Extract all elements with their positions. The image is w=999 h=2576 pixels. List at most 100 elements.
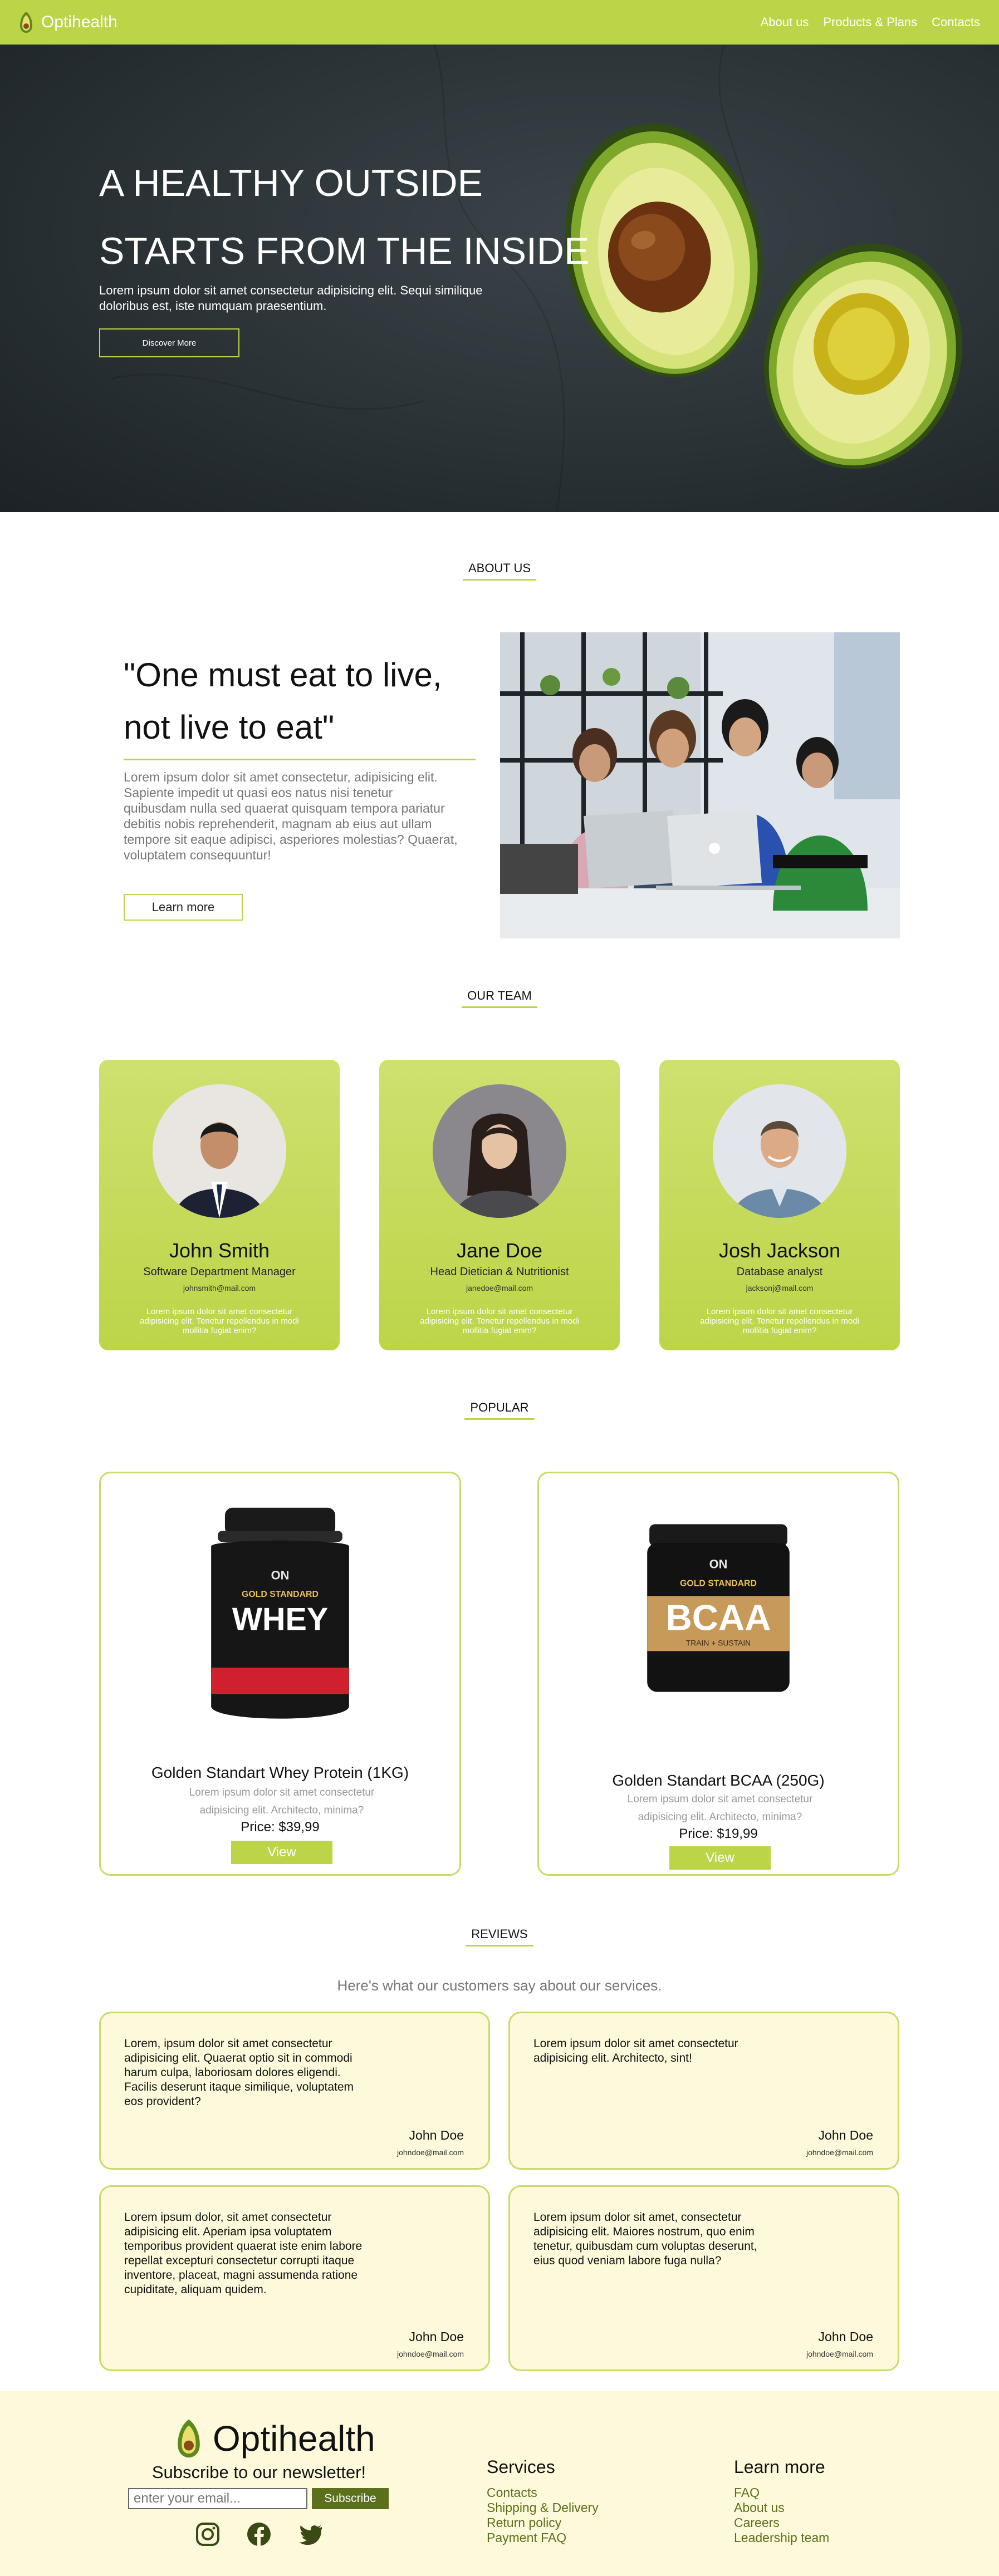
about-heading: ABOUT US: [0, 561, 999, 581]
hero-section: A HEALTHY OUTSIDE STARTS FROM THE INSIDE…: [0, 45, 999, 512]
member-role: Head Dietician & Nutritionist: [430, 1266, 569, 1278]
review-card: Lorem ipsum dolor sit amet consectetur a…: [508, 2012, 899, 2170]
whey-product-image: ON GOLD STANDARD WHEY: [211, 1507, 349, 1719]
brand-name: Optihealth: [41, 13, 117, 31]
review-text: Lorem, ipsum dolor sit amet consectetur …: [124, 2037, 354, 2108]
nav-links: About us Products & Plans Contacts: [761, 15, 980, 30]
avatar: [153, 1084, 286, 1218]
footer-link-returns[interactable]: Return policy: [487, 2515, 599, 2530]
footer-link-shipping[interactable]: Shipping & Delivery: [487, 2500, 599, 2515]
team-heading: OUR TEAM: [0, 989, 999, 1008]
review-text: Lorem ipsum dolor sit amet, consectetur …: [533, 2211, 757, 2267]
services-heading: Services: [487, 2457, 555, 2477]
popular-heading-text: POPULAR: [464, 1400, 535, 1420]
nav-link-about[interactable]: About us: [761, 15, 809, 30]
whey-label-top: GOLD STANDARD: [242, 1590, 319, 1599]
footer-link-faq[interactable]: FAQ: [734, 2485, 829, 2500]
about-heading-text: ABOUT US: [462, 561, 537, 581]
bcaa-label-sub: TRAIN + SUSTAIN: [686, 1638, 751, 1647]
reviews-subtitle: Here's what our customers say about our …: [337, 1977, 662, 1994]
member-email[interactable]: janedoe@mail.com: [379, 1284, 620, 1292]
product-price: Price: $39,99: [241, 1820, 320, 1835]
member-role: Database analyst: [736, 1266, 823, 1278]
hero-subtitle: Lorem ipsum dolor sit amet consectetur a…: [99, 283, 483, 313]
member-role: Software Department Manager: [143, 1266, 296, 1278]
whey-label-main: WHEY: [232, 1602, 328, 1638]
bcaa-label-main: BCAA: [666, 1597, 771, 1638]
newsletter-title: Subscribe to our newsletter!: [151, 2462, 366, 2482]
bcaa-label-top: GOLD STANDARD: [680, 1579, 757, 1588]
avocado-logo-icon: [20, 12, 32, 33]
review-email: johndoe@mail.com: [806, 2349, 873, 2358]
newsletter-email-input[interactable]: [128, 2488, 307, 2509]
product-card: ON GOLD STANDARD WHEY Golden Standart Wh…: [99, 1472, 461, 1876]
review-card: Lorem ipsum dolor sit amet, consectetur …: [508, 2185, 899, 2371]
member-name: John Smith: [169, 1239, 270, 1262]
footer-link-careers[interactable]: Careers: [734, 2515, 829, 2530]
product-card: ON GOLD STANDARD BCAA TRAIN + SUSTAIN Go…: [537, 1472, 899, 1876]
product-price: Price: $19,99: [679, 1826, 758, 1841]
footer-link-payment-faq[interactable]: Payment FAQ: [487, 2530, 599, 2545]
whey-label-brand: ON: [271, 1569, 290, 1582]
learn-more-button[interactable]: Learn more: [124, 894, 243, 921]
team-card: Josh Jackson Database analyst jacksonj@m…: [659, 1060, 900, 1350]
review-email: johndoe@mail.com: [806, 2148, 873, 2157]
product-name: Golden Standart BCAA (250G): [612, 1772, 825, 1789]
instagram-icon[interactable]: [195, 2521, 221, 2547]
view-button[interactable]: View: [231, 1841, 332, 1864]
footer-link-contacts[interactable]: Contacts: [487, 2485, 599, 2500]
discover-more-button[interactable]: Discover More: [99, 328, 239, 357]
brand[interactable]: Optihealth: [19, 11, 117, 33]
member-name: Josh Jackson: [718, 1239, 841, 1262]
footer-services-column: Services Contacts Shipping & Delivery Re…: [487, 2457, 599, 2545]
footer: Optihealth Subscribe to our newsletter! …: [0, 2391, 999, 2576]
footer-link-leadership[interactable]: Leadership team: [734, 2530, 829, 2545]
about-quote: "One must eat to live, not live to eat": [124, 656, 442, 746]
facebook-icon[interactable]: [246, 2521, 272, 2547]
social-links: [195, 2521, 323, 2547]
top-navbar: Optihealth About us Products & Plans Con…: [0, 0, 999, 45]
twitter-icon[interactable]: [297, 2521, 323, 2547]
subscribe-button[interactable]: Subscribe: [312, 2488, 389, 2509]
member-email[interactable]: jacksonj@mail.com: [659, 1284, 900, 1292]
popular-heading: POPULAR: [0, 1400, 999, 1420]
review-email: johndoe@mail.com: [396, 2148, 464, 2157]
review-text: Lorem ipsum dolor sit amet consectetur a…: [533, 2037, 738, 2064]
member-email[interactable]: johnsmith@mail.com: [99, 1284, 340, 1292]
review-card: Lorem ipsum dolor, sit amet consectetur …: [99, 2185, 490, 2371]
view-button[interactable]: View: [669, 1846, 771, 1870]
team-card: Jane Doe Head Dietician & Nutritionist j…: [379, 1060, 620, 1350]
reviews-heading: REVIEWS: [0, 1927, 999, 1946]
about-text: Lorem ipsum dolor sit amet consectetur, …: [124, 770, 458, 862]
footer-learn-column: Learn more FAQ About us Careers Leadersh…: [734, 2457, 829, 2545]
nav-link-products[interactable]: Products & Plans: [823, 15, 917, 30]
avocado-logo-icon: [178, 2419, 200, 2458]
product-description: Lorem ipsum dolor sit amet consectetur a…: [189, 1787, 375, 1816]
bcaa-product-image: ON GOLD STANDARD BCAA TRAIN + SUSTAIN: [647, 1524, 790, 1692]
member-name: Jane Doe: [456, 1239, 543, 1262]
quote-divider: [124, 759, 476, 760]
member-description: Lorem ipsum dolor sit amet consectetur a…: [700, 1307, 859, 1335]
avatar: [433, 1084, 566, 1218]
product-name: Golden Standart Whey Protein (1KG): [151, 1764, 409, 1781]
footer-link-about[interactable]: About us: [734, 2500, 829, 2515]
bcaa-label-brand: ON: [709, 1557, 728, 1571]
nav-link-contacts[interactable]: Contacts: [932, 15, 980, 30]
team-photo: [500, 632, 900, 938]
product-description: Lorem ipsum dolor sit amet consectetur a…: [627, 1793, 813, 1823]
reviews-heading-text: REVIEWS: [466, 1927, 533, 1946]
review-author: John Doe: [409, 2128, 464, 2142]
review-author: John Doe: [818, 2329, 873, 2344]
footer-brand[interactable]: Optihealth: [175, 2418, 375, 2459]
review-author: John Doe: [818, 2128, 873, 2142]
review-text: Lorem ipsum dolor, sit amet consectetur …: [124, 2211, 363, 2296]
team-heading-text: OUR TEAM: [462, 989, 537, 1008]
member-description: Lorem ipsum dolor sit amet consectetur a…: [140, 1307, 299, 1335]
review-email: johndoe@mail.com: [396, 2349, 464, 2358]
review-card: Lorem, ipsum dolor sit amet consectetur …: [99, 2012, 490, 2170]
review-author: John Doe: [409, 2329, 464, 2344]
member-description: Lorem ipsum dolor sit amet consectetur a…: [420, 1307, 579, 1335]
footer-brand-name: Optihealth: [213, 2418, 375, 2459]
team-card: John Smith Software Department Manager j…: [99, 1060, 340, 1350]
avatar: [713, 1084, 846, 1218]
